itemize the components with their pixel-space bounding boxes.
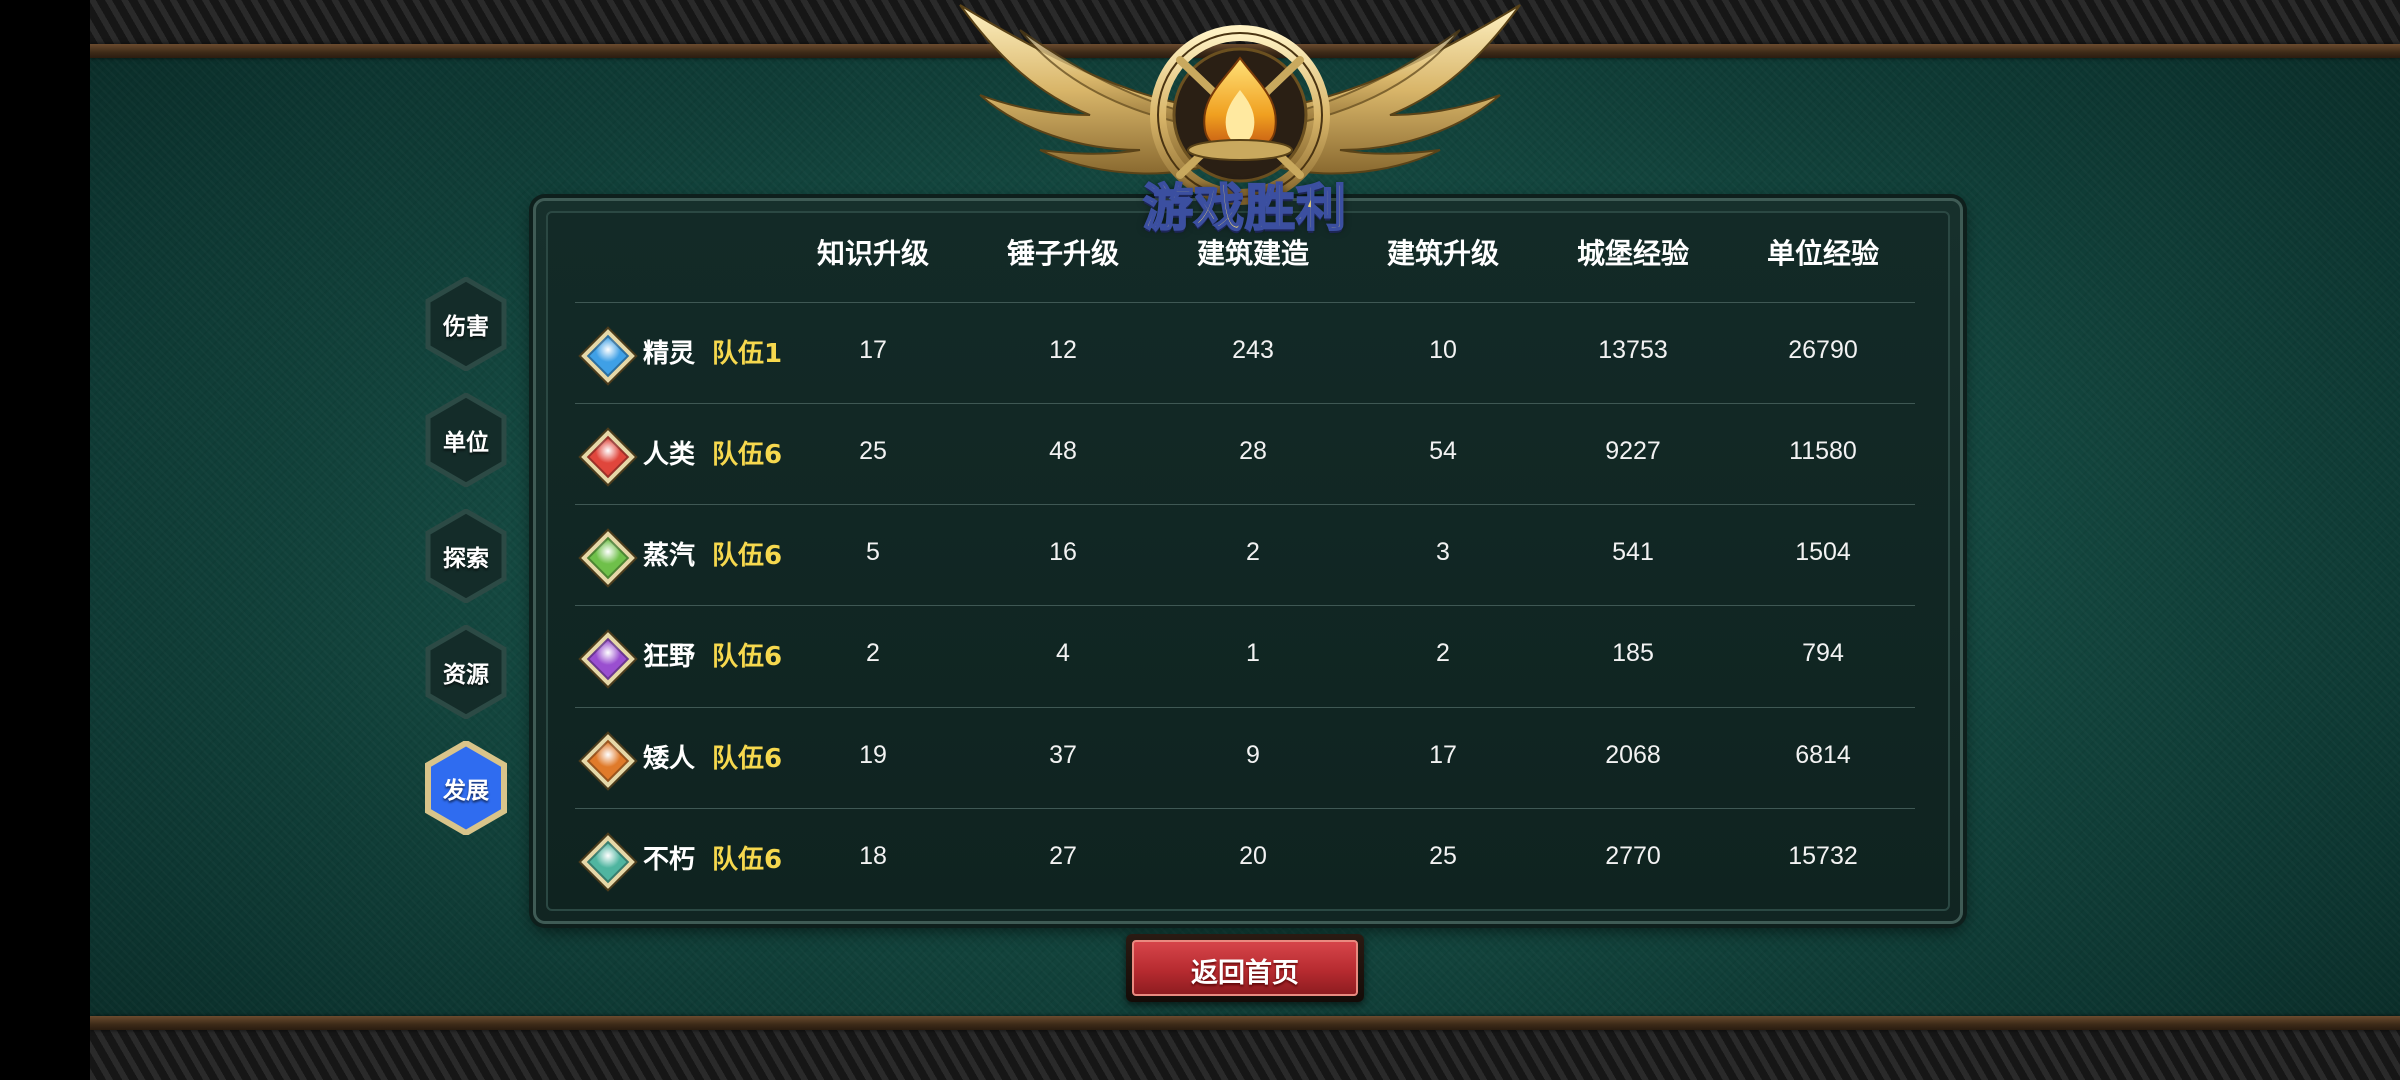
team-name: 队伍6 xyxy=(712,541,783,571)
table-cell: 1504 xyxy=(1795,538,1851,566)
tab-development[interactable]: 发展 xyxy=(424,741,508,835)
race-name: 狂野 xyxy=(643,642,696,672)
tab-label: 发展 xyxy=(443,778,489,804)
table-cell: 17 xyxy=(859,336,887,364)
table-cell: 20 xyxy=(1239,842,1267,870)
tab-resources[interactable]: 资源 xyxy=(424,625,508,719)
column-header-hammer: 锤子升级 xyxy=(1006,237,1119,270)
table-row: 矮人 队伍6 19 37 9 17 2068 6814 xyxy=(575,707,1915,809)
race-gem-icon xyxy=(581,734,635,788)
table-cell: 17 xyxy=(1429,741,1457,769)
team-name: 队伍6 xyxy=(712,440,783,470)
table-row: 精灵 队伍1 17 12 243 10 13753 26790 xyxy=(575,302,1915,404)
table-row: 人类 队伍6 25 48 28 54 9227 11580 xyxy=(575,403,1915,505)
tab-damage[interactable]: 伤害 xyxy=(424,277,508,371)
race-gem-icon xyxy=(581,531,635,585)
table-cell: 2 xyxy=(866,639,880,667)
tab-units[interactable]: 单位 xyxy=(424,393,508,487)
race-gem-icon xyxy=(581,329,635,383)
return-home-label: 返回首页 xyxy=(1191,958,1299,989)
table-cell: 25 xyxy=(1429,842,1457,870)
race-gem-icon xyxy=(581,632,635,686)
column-header-unit-exp: 单位经验 xyxy=(1766,237,1879,270)
column-header-castle-exp: 城堡经验 xyxy=(1576,237,1689,270)
table-cell: 243 xyxy=(1232,336,1274,364)
victory-title: 游戏胜利 xyxy=(1142,178,1347,238)
race-gem-icon xyxy=(581,835,635,889)
table-cell: 12 xyxy=(1049,336,1077,364)
table-cell: 541 xyxy=(1612,538,1654,566)
table-cell: 4 xyxy=(1056,639,1070,667)
table-cell: 5 xyxy=(866,538,880,566)
tab-label: 资源 xyxy=(443,662,489,688)
tab-label: 单位 xyxy=(443,430,489,456)
table-cell: 26790 xyxy=(1788,336,1858,364)
tab-explore[interactable]: 探索 xyxy=(424,509,508,603)
bottom-border xyxy=(90,1016,2400,1080)
table-row: 不朽 队伍6 18 27 20 25 2770 15732 xyxy=(575,808,1915,910)
column-header-knowledge: 知识升级 xyxy=(816,237,929,270)
team-name: 队伍6 xyxy=(712,845,783,875)
table-cell: 10 xyxy=(1429,336,1457,364)
table-cell: 27 xyxy=(1049,842,1077,870)
table-cell: 13753 xyxy=(1598,336,1668,364)
table-cell: 19 xyxy=(859,741,887,769)
tab-label: 探索 xyxy=(443,546,489,572)
table-cell: 9227 xyxy=(1605,437,1661,465)
table-cell: 3 xyxy=(1436,538,1450,566)
tab-label: 伤害 xyxy=(443,314,489,340)
race-gem-icon xyxy=(581,430,635,484)
table-row: 蒸汽 队伍6 5 16 2 3 541 1504 xyxy=(575,504,1915,606)
column-header-upgrade: 建筑升级 xyxy=(1386,237,1499,270)
table-cell: 185 xyxy=(1612,639,1654,667)
table-cell: 48 xyxy=(1049,437,1077,465)
table-cell: 16 xyxy=(1049,538,1077,566)
race-name: 矮人 xyxy=(643,744,696,774)
team-name: 队伍1 xyxy=(712,339,783,369)
table-cell: 2068 xyxy=(1605,741,1661,769)
table-cell: 6814 xyxy=(1795,741,1851,769)
race-name: 精灵 xyxy=(643,339,696,369)
table-cell: 1 xyxy=(1246,639,1260,667)
table-cell: 11580 xyxy=(1789,437,1857,465)
table-cell: 2 xyxy=(1246,538,1260,566)
team-name: 队伍6 xyxy=(712,642,783,672)
table-cell: 15732 xyxy=(1788,842,1858,870)
team-name: 队伍6 xyxy=(712,744,783,774)
table-cell: 37 xyxy=(1049,741,1077,769)
table-cell: 18 xyxy=(859,842,887,870)
race-name: 蒸汽 xyxy=(643,541,696,571)
race-name: 不朽 xyxy=(643,845,696,875)
race-name: 人类 xyxy=(643,440,696,470)
table-row: 狂野 队伍6 2 4 1 2 185 794 xyxy=(575,605,1915,707)
table-cell: 9 xyxy=(1246,741,1260,769)
table-cell: 794 xyxy=(1802,639,1844,667)
table-cell: 2770 xyxy=(1605,842,1661,870)
table-cell: 54 xyxy=(1429,437,1457,465)
table-cell: 25 xyxy=(859,437,887,465)
table-cell: 2 xyxy=(1436,639,1450,667)
return-home-button[interactable]: 返回首页 xyxy=(1126,934,1364,1002)
table-cell: 28 xyxy=(1239,437,1267,465)
